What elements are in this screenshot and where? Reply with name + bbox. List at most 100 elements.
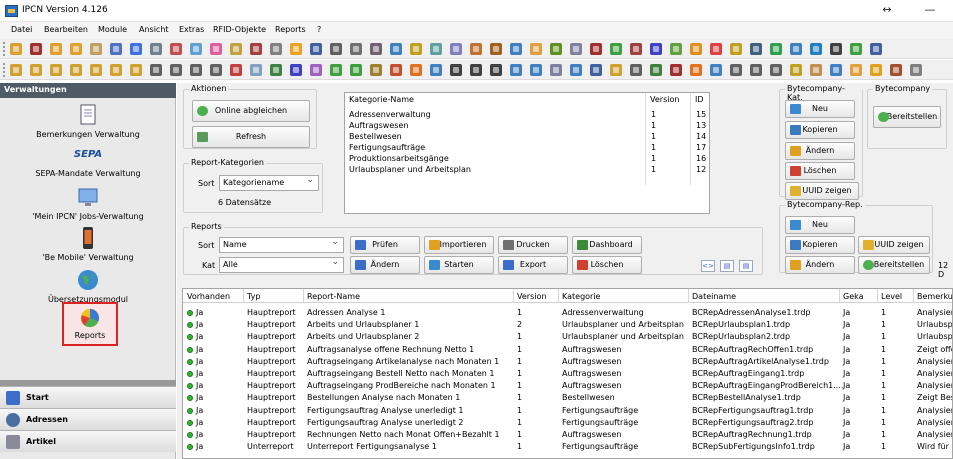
toolbar-icon[interactable] — [690, 64, 702, 76]
toolbar-icon[interactable] — [270, 64, 282, 76]
toolbar-icon[interactable] — [330, 64, 342, 76]
toolbar-icon[interactable] — [110, 64, 122, 76]
menu-reports[interactable]: Reports — [275, 25, 306, 34]
report-row[interactable]: Ja Hauptreport Adressen Analyse 1 1 Adressen… — [183, 308, 952, 319]
importieren-button[interactable]: Importieren — [424, 236, 494, 254]
kategorie-row[interactable]: Auftragswesen 1 13 — [345, 121, 711, 132]
toolbar-icon[interactable] — [870, 43, 882, 55]
rep-bereitstellen-button[interactable]: Bereitstellen — [858, 256, 930, 274]
rep-kopieren-button[interactable]: Kopieren — [785, 236, 855, 254]
toolbar-icon[interactable] — [30, 64, 42, 76]
module-mein-ipcn[interactable]: 'Mein IPCN' Jobs-Verwaltung — [0, 185, 176, 221]
toolbar-icon[interactable] — [670, 64, 682, 76]
toolbar-grip[interactable] — [3, 63, 6, 77]
toolbar-icon[interactable] — [850, 43, 862, 55]
toolbar-icon[interactable] — [50, 64, 62, 76]
nav-artikel[interactable]: Artikel — [0, 430, 176, 452]
toolbar-icon[interactable] — [730, 43, 742, 55]
kat-uuid-zeigen-button[interactable]: UUID zeigen — [785, 182, 859, 200]
kategorie-row[interactable]: Bestellwesen 1 14 — [345, 132, 711, 143]
toolbar-icon[interactable] — [250, 43, 262, 55]
toolbar-icon[interactable] — [610, 43, 622, 55]
menu-module[interactable]: Module — [98, 25, 127, 34]
toolbar-icon[interactable] — [630, 64, 642, 76]
starten-button[interactable]: Starten — [424, 256, 494, 274]
toolbar-icon[interactable] — [430, 43, 442, 55]
toolbar-icon[interactable] — [230, 64, 242, 76]
toolbar-icon[interactable] — [150, 43, 162, 55]
rep-neu-button[interactable]: Neu — [785, 216, 855, 234]
column-header[interactable]: Report-Name — [307, 292, 360, 301]
report-row[interactable]: Ja Hauptreport Auftragseingang Bestell Net… — [183, 369, 952, 380]
column-header[interactable]: Typ — [247, 292, 260, 301]
report-row[interactable]: Ja Hauptreport Rechnungen Netto nach Monat… — [183, 430, 952, 441]
toolbar-icon[interactable] — [910, 64, 922, 76]
toolbar-icon[interactable] — [350, 43, 362, 55]
report-row[interactable]: Ja Hauptreport Bestellungen Analyse nach M… — [183, 393, 952, 404]
toolbar-icon[interactable] — [570, 64, 582, 76]
menu-extras[interactable]: Extras — [179, 25, 204, 34]
dashboard-button[interactable]: Dashboard — [572, 236, 642, 254]
toolbar-icon[interactable] — [750, 43, 762, 55]
column-header[interactable]: Kategorie — [562, 292, 600, 301]
column-header[interactable]: Bemerkun — [917, 292, 952, 301]
toolbar-icon[interactable] — [790, 64, 802, 76]
toolbar-icon[interactable] — [670, 43, 682, 55]
minimize-button[interactable]: — — [920, 3, 940, 16]
toolbar-icon[interactable] — [130, 43, 142, 55]
toolbar-icon[interactable] — [590, 64, 602, 76]
refresh-button[interactable]: Refresh — [192, 126, 310, 148]
toolbar-icon[interactable] — [310, 43, 322, 55]
menu-bearbeiten[interactable]: Bearbeiten — [44, 25, 88, 34]
toolbar-icon[interactable] — [590, 43, 602, 55]
column-header[interactable]: Level — [881, 292, 902, 301]
kat-aendern-button[interactable]: Ändern — [785, 142, 855, 160]
toolbar-icon[interactable] — [330, 43, 342, 55]
toolbar-icon[interactable] — [410, 64, 422, 76]
menu-rfid-objekte[interactable]: RFID-Objekte — [213, 25, 266, 34]
report-loeschen-button[interactable]: Löschen — [572, 256, 642, 274]
toolbar-icon[interactable] — [290, 43, 302, 55]
toolbar-icon[interactable] — [690, 43, 702, 55]
toolbar-icon[interactable] — [90, 64, 102, 76]
rep-uuid-zeigen-button[interactable]: UUID zeigen — [858, 236, 930, 254]
column-header[interactable]: Vorhanden — [187, 292, 230, 301]
code-icon[interactable]: <> — [701, 260, 715, 272]
kat-kopieren-button[interactable]: Kopieren — [785, 121, 855, 139]
toolbar-icon[interactable] — [530, 64, 542, 76]
module-uebersetzung[interactable]: Übersetzungsmodul — [0, 268, 176, 304]
toolbar-icon[interactable] — [710, 64, 722, 76]
rep-aendern-button[interactable]: Ändern — [785, 256, 855, 274]
toolbar-icon[interactable] — [630, 43, 642, 55]
toolbar-icon[interactable] — [490, 43, 502, 55]
toolbar-icon[interactable] — [810, 43, 822, 55]
toolbar-icon[interactable] — [190, 64, 202, 76]
toolbar-icon[interactable] — [730, 64, 742, 76]
report-row[interactable]: Ja Hauptreport Auftragseingang Artikelanal… — [183, 357, 952, 368]
toolbar-icon[interactable] — [530, 43, 542, 55]
toolbar-icon[interactable] — [470, 43, 482, 55]
module-bemerkungen[interactable]: Bemerkungen Verwaltung — [0, 103, 176, 139]
report-row[interactable]: Ja Hauptreport Fertigungsauftrag Analyse u… — [183, 418, 952, 429]
grid-icon[interactable]: ▤ — [739, 260, 753, 272]
toolbar-icon[interactable] — [170, 64, 182, 76]
toolbar-icon[interactable] — [350, 64, 362, 76]
toolbar-icon[interactable] — [30, 43, 42, 55]
toolbar-icon[interactable] — [410, 43, 422, 55]
toolbar-icon[interactable] — [190, 43, 202, 55]
drucken-button[interactable]: Drucken — [498, 236, 568, 254]
toolbar-icon[interactable] — [390, 43, 402, 55]
report-row[interactable]: Ja Unterreport Unterreport Fertigungsanaly… — [183, 442, 952, 453]
column-header[interactable]: Geka — [843, 292, 864, 301]
toolbar-icon[interactable] — [830, 43, 842, 55]
kat-loeschen-button[interactable]: Löschen — [785, 162, 855, 180]
toolbar-icon[interactable] — [370, 43, 382, 55]
toolbar-icon[interactable] — [550, 43, 562, 55]
toolbar-icon[interactable] — [450, 64, 462, 76]
toolbar-icon[interactable] — [370, 64, 382, 76]
toolbar-icon[interactable] — [230, 43, 242, 55]
column-header[interactable]: Version — [517, 292, 546, 301]
reports-kat-select[interactable]: Alle — [219, 257, 344, 273]
toolbar-icon[interactable] — [650, 64, 662, 76]
module-reports[interactable]: Reports — [62, 302, 118, 346]
